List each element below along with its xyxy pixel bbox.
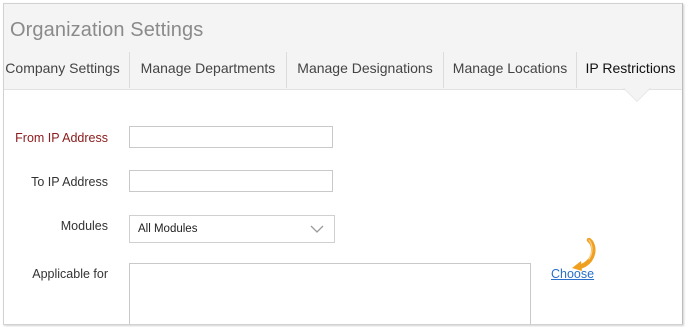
to-ip-label: To IP Address — [31, 175, 108, 189]
to-ip-input[interactable] — [129, 170, 333, 192]
settings-window: Organization Settings Company Settings M… — [3, 3, 683, 325]
chevron-down-icon — [310, 225, 324, 233]
page-title: Organization Settings — [10, 19, 204, 41]
tab-manage-designations[interactable]: Manage Designations — [287, 48, 443, 88]
modules-label: Modules — [60, 219, 108, 233]
modules-select[interactable]: All Modules — [129, 215, 335, 243]
tab-manage-departments[interactable]: Manage Departments — [130, 48, 286, 88]
from-ip-input[interactable] — [129, 126, 333, 148]
applicable-for-textarea[interactable] — [129, 263, 531, 324]
tab-company-settings[interactable]: Company Settings — [4, 48, 121, 88]
from-ip-label: From IP Address — [15, 131, 108, 145]
choose-link[interactable]: Choose — [551, 267, 594, 281]
tab-ip-restrictions[interactable]: IP Restrictions — [577, 48, 682, 88]
tab-manage-locations[interactable]: Manage Locations — [444, 48, 576, 88]
tab-bar: Company Settings Manage Departments Mana… — [4, 48, 682, 88]
active-tab-indicator — [624, 88, 650, 101]
settings-header: Organization Settings Company Settings M… — [4, 4, 682, 90]
applicable-for-label: Applicable for — [32, 267, 108, 281]
modules-selected-value: All Modules — [138, 223, 198, 235]
